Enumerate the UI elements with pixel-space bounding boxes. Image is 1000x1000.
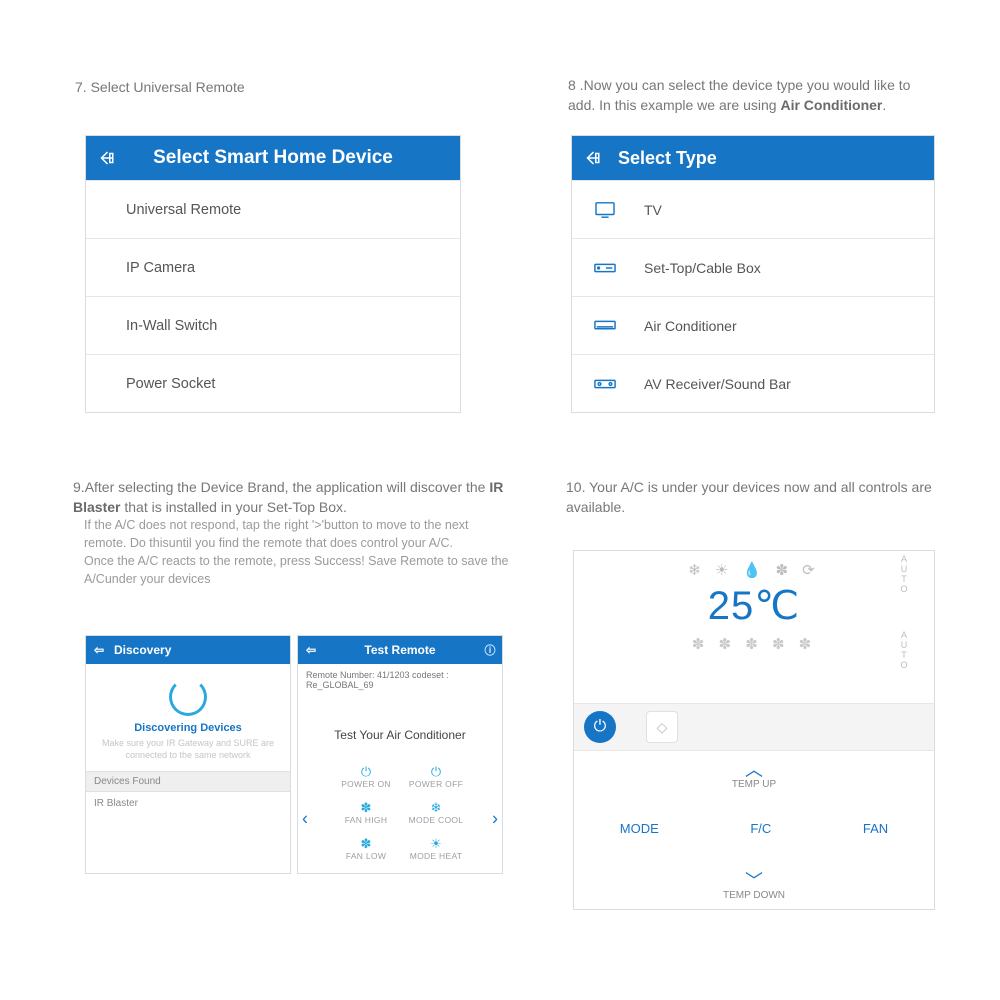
test-title: Test Your Air Conditioner [298,728,502,742]
swing-icon: ◇ [657,719,668,736]
panel-test-remote: ⇦ Test Remote ⓘ Remote Number: 41/1203 c… [297,635,503,874]
chevron-up-icon: ︿ [732,761,776,779]
device-power-socket[interactable]: Power Socket [86,354,460,412]
btn-power-on[interactable]: ⏻POWER ON [336,764,396,789]
step10-heading: 10. Your A/C is under your devices now a… [566,477,946,518]
mode-button[interactable]: MODE [620,821,659,836]
step9-subtext: If the A/C does not respond, tap the rig… [84,516,509,589]
snow-icon: ❄ [406,800,466,814]
panel-select-type: Select Type TV Set-Top/Cable Box Air Con… [571,135,935,413]
devices-found-head: Devices Found [86,771,290,792]
panel-ac-remote: ❄ ☀ 💧 ✽ ⟳ AUTO 25℃ ✽ ✽ ✽ ✽ ✽ AUTO ⏻ ◇ ︿ … [573,550,935,910]
temperature-value: 25℃ [574,583,934,629]
fc-button[interactable]: F/C [750,821,771,836]
panel8-title: Select Type [612,148,934,169]
power-button[interactable]: ⏻ [584,711,616,743]
power-icon: ⏻ [406,764,466,778]
discovery-header: ⇦ Discovery [86,636,290,664]
type-ac[interactable]: Air Conditioner [572,296,934,354]
type-settop[interactable]: Set-Top/Cable Box [572,238,934,296]
test-header: ⇦ Test Remote ⓘ [298,636,502,664]
step9-heading: 9.After selecting the Device Brand, the … [73,477,508,518]
temp-down[interactable]: ﹀ TEMP DOWN [723,872,785,901]
btn-power-off[interactable]: ⏻POWER OFF [406,764,466,789]
device-in-wall-switch[interactable]: In-Wall Switch [86,296,460,354]
fan-button[interactable]: FAN [863,821,888,836]
auto-label: AUTO [898,555,910,595]
btn-mode-cool[interactable]: ❄MODE COOL [406,800,466,825]
device-universal-remote[interactable]: Universal Remote [86,180,460,238]
panel7-header: Select Smart Home Device [86,136,460,180]
next-remote[interactable]: › [492,809,498,830]
panel7-title: Select Smart Home Device [126,147,460,169]
power-icon: ⏻ [594,718,607,736]
step7-heading: 7. Select Universal Remote [75,77,245,97]
swing-button[interactable]: ◇ [646,711,678,743]
type-avr[interactable]: AV Receiver/Sound Bar [572,354,934,412]
btn-fan-high[interactable]: ✽FAN HIGH [336,800,396,825]
discovering-title: Discovering Devices [86,722,290,734]
panel8-header: Select Type [572,136,934,180]
info-icon[interactable]: ⓘ [478,642,502,658]
sun-icon: ☀ [406,836,466,850]
mode-icons: ❄ ☀ 💧 ✽ ⟳ AUTO [574,551,934,579]
tv-icon [594,201,628,219]
back-icon[interactable] [86,149,126,167]
back-icon[interactable]: ⇦ [298,643,324,657]
spinner-icon [169,678,207,716]
fan-icon: ✽ [336,836,396,850]
avr-icon [594,378,628,390]
chevron-down-icon: ﹀ [723,872,785,890]
fan-speed-icons: ✽ ✽ ✽ ✽ ✽ AUTO [574,635,934,653]
auto-label: AUTO [898,631,910,671]
temp-up[interactable]: ︿ TEMP UP [732,761,776,790]
prev-remote[interactable]: ‹ [302,809,308,830]
ac-icon [594,320,628,332]
settop-icon [594,262,628,274]
fan-icon: ✽ [336,800,396,814]
back-icon[interactable]: ⇦ [86,643,112,657]
found-ir-blaster[interactable]: IR Blaster [86,792,290,815]
power-icon: ⏻ [336,764,396,778]
btn-mode-heat[interactable]: ☀MODE HEAT [406,836,466,861]
type-tv[interactable]: TV [572,180,934,238]
btn-fan-low[interactable]: ✽FAN LOW [336,836,396,861]
remote-number: Remote Number: 41/1203 codeset : Re_GLOB… [298,664,502,696]
discovering-sub: Make sure your IR Gateway and SURE are c… [96,738,280,761]
panel-discovery: ⇦ Discovery Discovering Devices Make sur… [85,635,291,874]
step8-heading: 8 .Now you can select the device type yo… [568,75,938,116]
panel-select-device: Select Smart Home Device Universal Remot… [85,135,461,413]
device-ip-camera[interactable]: IP Camera [86,238,460,296]
back-icon[interactable] [572,149,612,167]
